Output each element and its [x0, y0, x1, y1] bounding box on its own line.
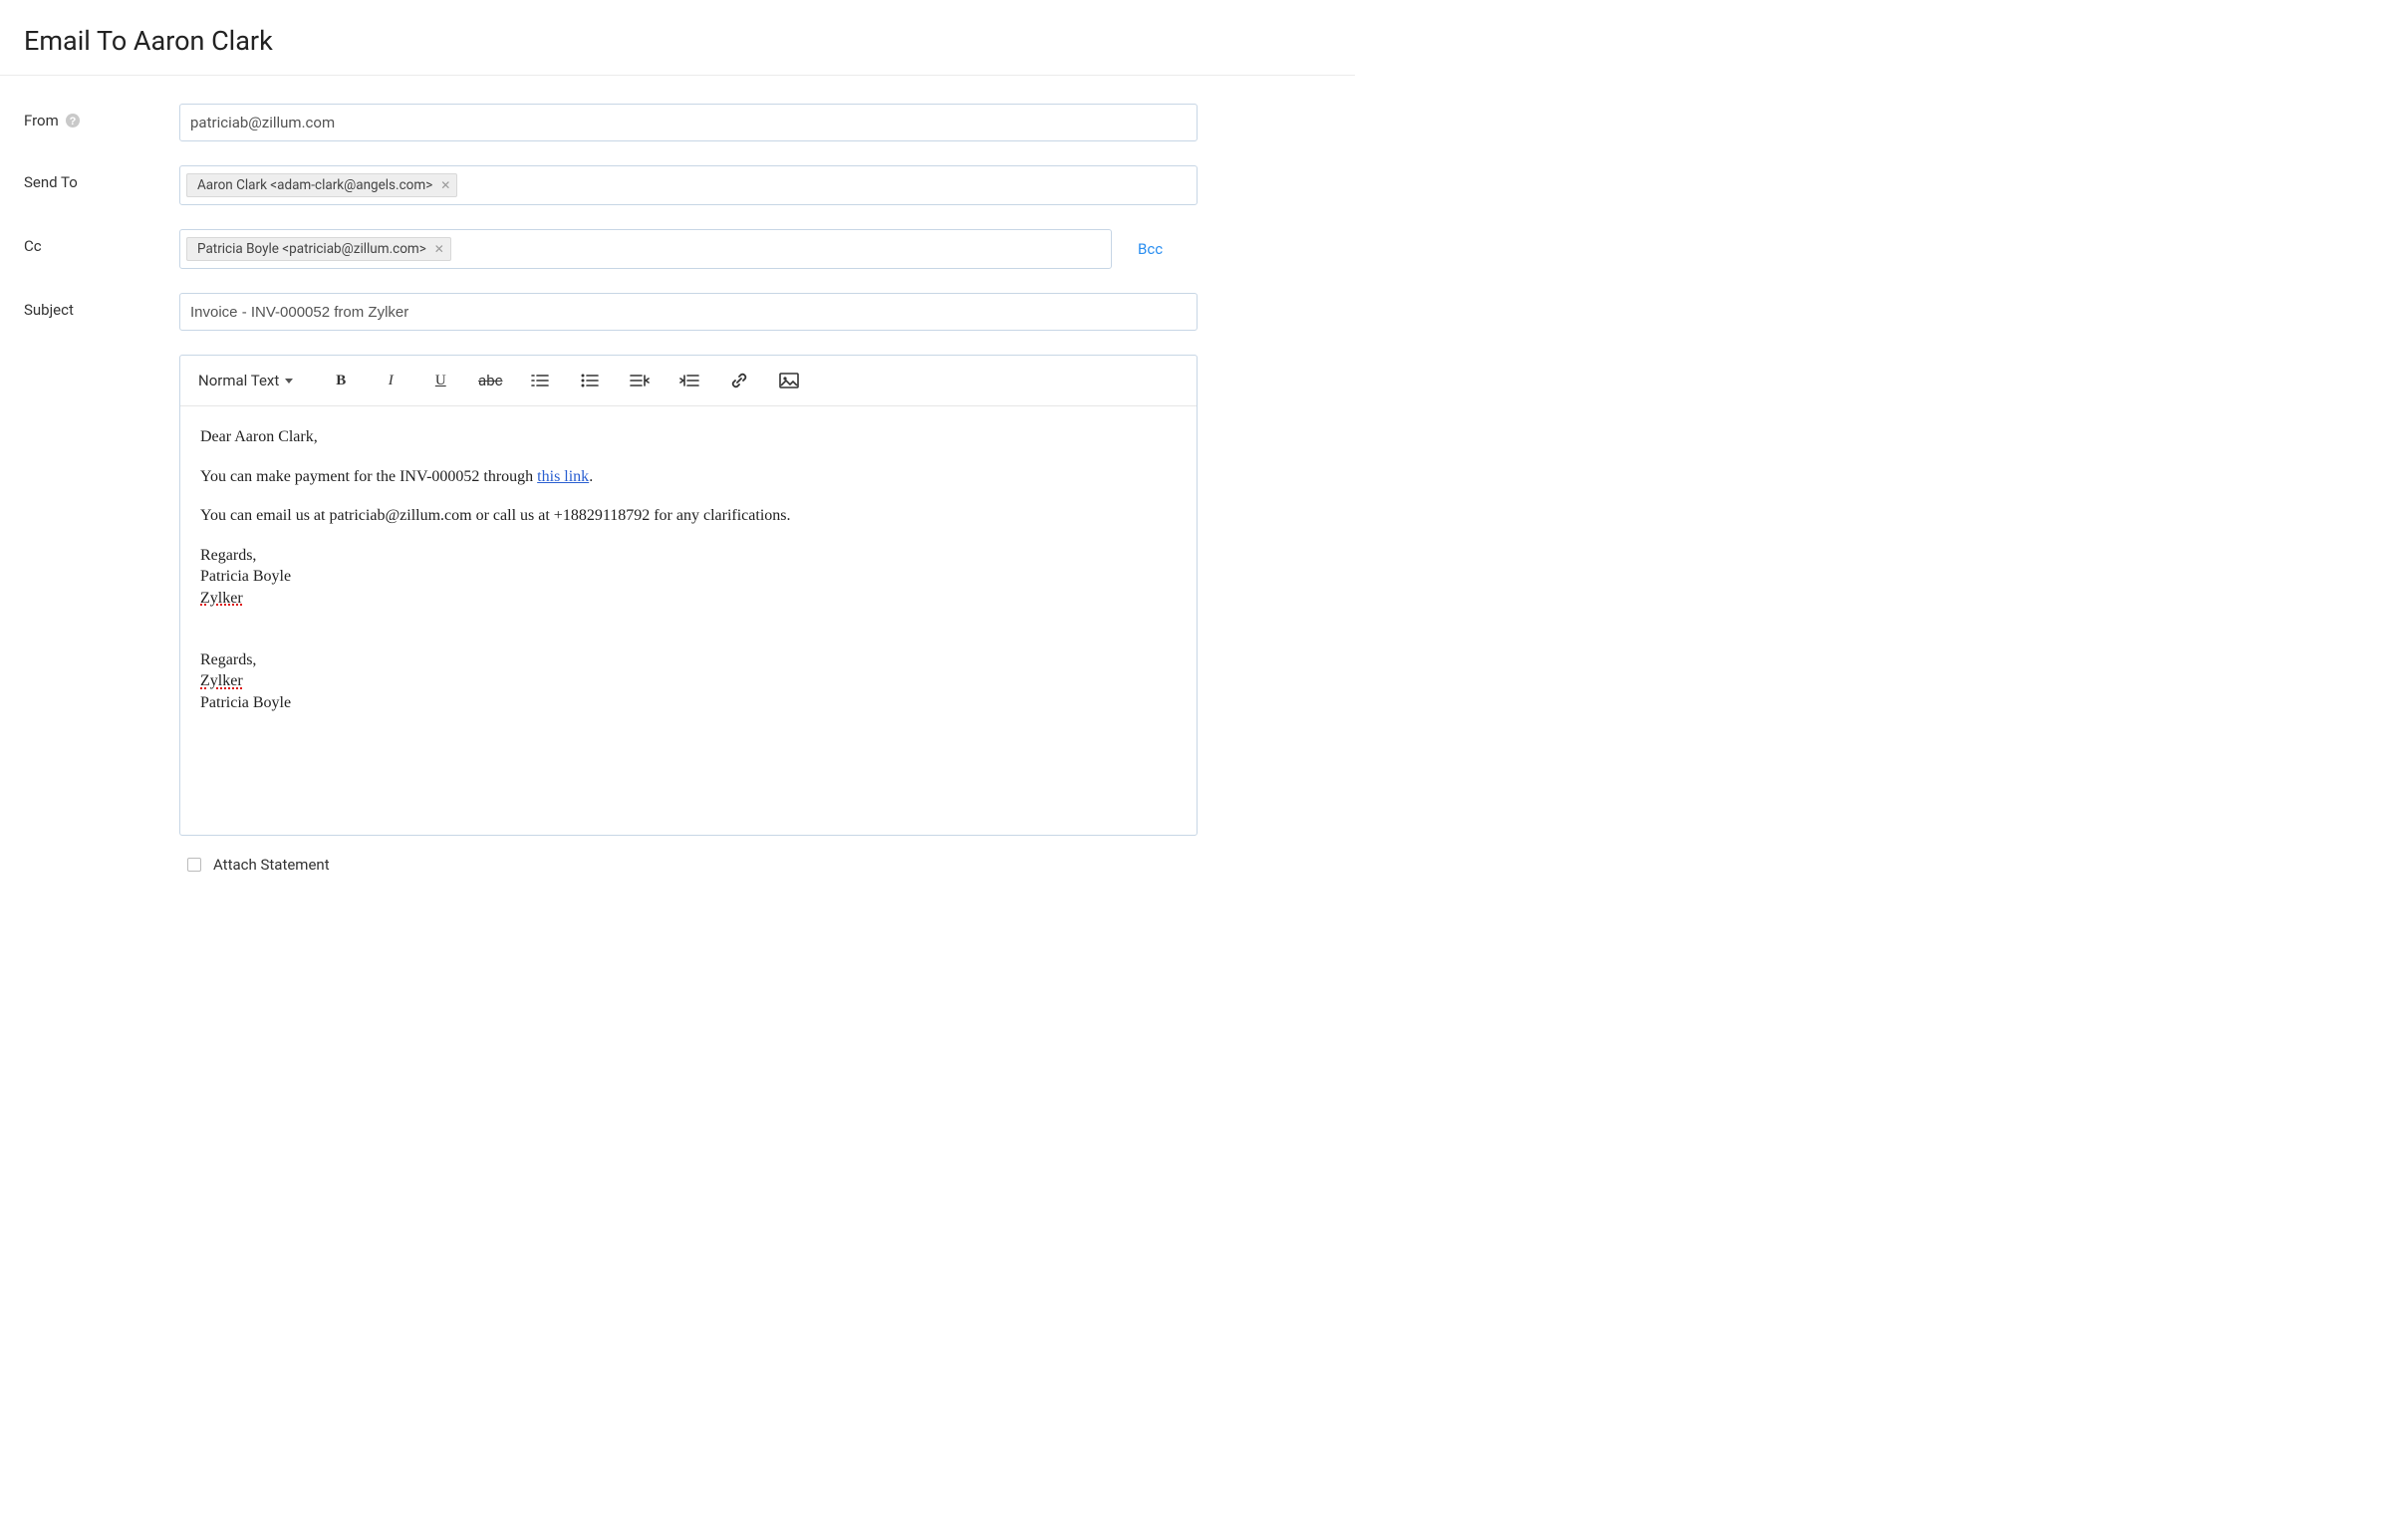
sig-name: Patricia Boyle — [200, 568, 291, 585]
bcc-link[interactable]: Bcc — [1138, 240, 1163, 258]
body-line-payment: You can make payment for the INV-000052 … — [200, 466, 1177, 488]
attach-statement-checkbox[interactable] — [187, 858, 201, 872]
link-button[interactable] — [721, 366, 757, 395]
cc-input[interactable]: Patricia Boyle <patriciab@zillum.com> ✕ — [179, 229, 1112, 269]
subject-input[interactable] — [190, 304, 1187, 321]
svg-text:?: ? — [69, 116, 76, 128]
indent-button[interactable] — [671, 366, 707, 395]
outdent-button[interactable] — [622, 366, 658, 395]
help-icon[interactable]: ? — [65, 113, 81, 128]
text-format-dropdown[interactable]: Normal Text — [198, 372, 293, 389]
bold-button[interactable]: B — [323, 366, 359, 395]
ordered-list-button[interactable] — [522, 366, 558, 395]
from-input[interactable]: patriciab@zillum.com — [179, 104, 1198, 141]
recipient-chip[interactable]: Aaron Clark <adam-clark@angels.com> ✕ — [186, 173, 457, 197]
underline-button[interactable]: U — [422, 366, 458, 395]
sig-company: Zylker — [200, 590, 243, 607]
body-text: You can make payment for the INV-000052 … — [200, 468, 537, 485]
attach-statement-label: Attach Statement — [213, 856, 330, 874]
close-icon[interactable]: ✕ — [440, 179, 450, 191]
cc-chip[interactable]: Patricia Boyle <patriciab@zillum.com> ✕ — [186, 237, 451, 261]
payment-link[interactable]: this link — [537, 468, 589, 485]
italic-button[interactable]: I — [373, 366, 408, 395]
signature-block: Regards, Zylker Patricia Boyle — [200, 649, 1177, 714]
from-label: From — [24, 112, 59, 129]
text-format-label: Normal Text — [198, 372, 279, 389]
from-value: patriciab@zillum.com — [190, 114, 335, 131]
strikethrough-button[interactable]: abc — [472, 366, 508, 395]
unordered-list-button[interactable] — [572, 366, 608, 395]
send-to-input[interactable]: Aaron Clark <adam-clark@angels.com> ✕ — [179, 165, 1198, 205]
subject-field-wrap — [179, 293, 1198, 331]
recipient-chip-text: Aaron Clark <adam-clark@angels.com> — [197, 177, 432, 193]
sig-company: Zylker — [200, 672, 243, 689]
page-title: Email To Aaron Clark — [24, 25, 1331, 57]
body-line-contact: You can email us at patriciab@zillum.com… — [200, 505, 1177, 527]
sig-regards: Regards, — [200, 547, 256, 564]
sig-regards: Regards, — [200, 651, 256, 668]
editor-toolbar: Normal Text B I U abc — [180, 356, 1197, 406]
signature-block: Regards, Patricia Boyle Zylker — [200, 545, 1177, 610]
send-to-label: Send To — [24, 173, 78, 191]
sig-name: Patricia Boyle — [200, 694, 291, 711]
close-icon[interactable]: ✕ — [434, 243, 444, 255]
body-text: . — [589, 468, 593, 485]
cc-label: Cc — [24, 237, 42, 255]
chevron-down-icon — [285, 379, 293, 384]
image-button[interactable] — [771, 366, 807, 395]
email-body-editor[interactable]: Dear Aaron Clark, You can make payment f… — [180, 406, 1197, 835]
subject-label: Subject — [24, 301, 74, 319]
body-greeting: Dear Aaron Clark, — [200, 426, 1177, 448]
cc-chip-text: Patricia Boyle <patriciab@zillum.com> — [197, 241, 426, 257]
